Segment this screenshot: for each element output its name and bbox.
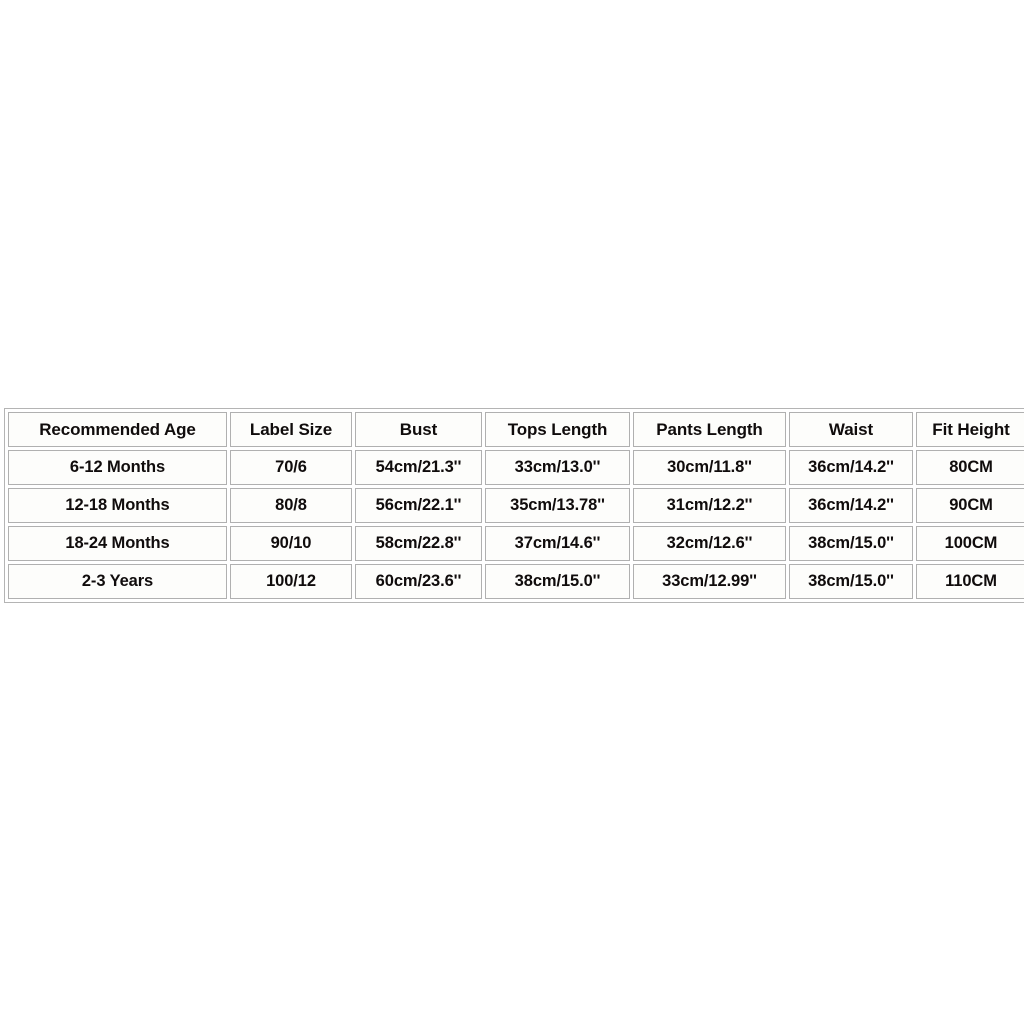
size-chart-container: Recommended Age Label Size Bust Tops Len…: [4, 408, 1024, 603]
cell-fit-height: 80CM: [916, 450, 1024, 485]
cell-tops-length: 37cm/14.6'': [485, 526, 630, 561]
cell-tops-length: 38cm/15.0'': [485, 564, 630, 599]
cell-tops-length: 33cm/13.0'': [485, 450, 630, 485]
column-header-pants-length: Pants Length: [633, 412, 786, 447]
cell-fit-height: 100CM: [916, 526, 1024, 561]
table-header-row: Recommended Age Label Size Bust Tops Len…: [8, 412, 1024, 447]
table-row: 12-18 Months 80/8 56cm/22.1'' 35cm/13.78…: [8, 488, 1024, 523]
cell-label-size: 80/8: [230, 488, 352, 523]
cell-pants-length: 32cm/12.6'': [633, 526, 786, 561]
column-header-recommended-age: Recommended Age: [8, 412, 227, 447]
cell-tops-length: 35cm/13.78'': [485, 488, 630, 523]
cell-fit-height: 110CM: [916, 564, 1024, 599]
cell-bust: 58cm/22.8'': [355, 526, 482, 561]
cell-waist: 38cm/15.0'': [789, 526, 913, 561]
cell-recommended-age: 18-24 Months: [8, 526, 227, 561]
cell-pants-length: 30cm/11.8'': [633, 450, 786, 485]
column-header-label-size: Label Size: [230, 412, 352, 447]
cell-waist: 38cm/15.0'': [789, 564, 913, 599]
column-header-bust: Bust: [355, 412, 482, 447]
size-chart-table: Recommended Age Label Size Bust Tops Len…: [4, 408, 1024, 603]
cell-label-size: 70/6: [230, 450, 352, 485]
column-header-tops-length: Tops Length: [485, 412, 630, 447]
cell-waist: 36cm/14.2'': [789, 488, 913, 523]
cell-bust: 60cm/23.6'': [355, 564, 482, 599]
column-header-fit-height: Fit Height: [916, 412, 1024, 447]
table-header: Recommended Age Label Size Bust Tops Len…: [8, 412, 1024, 447]
table-body: 6-12 Months 70/6 54cm/21.3'' 33cm/13.0''…: [8, 450, 1024, 599]
cell-pants-length: 31cm/12.2'': [633, 488, 786, 523]
column-header-waist: Waist: [789, 412, 913, 447]
table-row: 6-12 Months 70/6 54cm/21.3'' 33cm/13.0''…: [8, 450, 1024, 485]
cell-label-size: 90/10: [230, 526, 352, 561]
cell-recommended-age: 12-18 Months: [8, 488, 227, 523]
cell-pants-length: 33cm/12.99'': [633, 564, 786, 599]
cell-bust: 56cm/22.1'': [355, 488, 482, 523]
cell-label-size: 100/12: [230, 564, 352, 599]
cell-recommended-age: 2-3 Years: [8, 564, 227, 599]
cell-bust: 54cm/21.3'': [355, 450, 482, 485]
table-row: 18-24 Months 90/10 58cm/22.8'' 37cm/14.6…: [8, 526, 1024, 561]
cell-recommended-age: 6-12 Months: [8, 450, 227, 485]
cell-waist: 36cm/14.2'': [789, 450, 913, 485]
table-row: 2-3 Years 100/12 60cm/23.6'' 38cm/15.0''…: [8, 564, 1024, 599]
cell-fit-height: 90CM: [916, 488, 1024, 523]
